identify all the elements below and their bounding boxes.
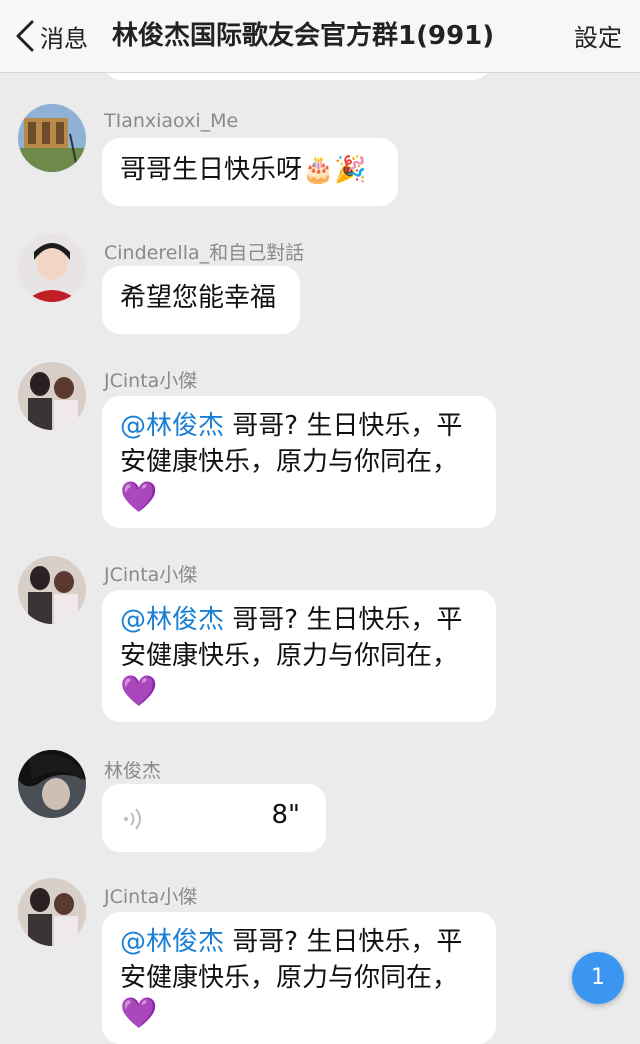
sender-name: Cinderella_和自己對話 — [104, 242, 305, 264]
message-text-line1: 哥哥? 生日快乐，平 — [224, 927, 463, 957]
group-title: 林俊杰国际歌友会官方群1(991) — [112, 21, 495, 51]
sender-name: TIanxiaoxi_Me — [104, 110, 239, 132]
message-text-line1: 哥哥? 生日快乐，平 — [224, 411, 463, 441]
purple-heart-emoji: 💜 — [120, 480, 158, 515]
message-bubble[interactable]: @林俊杰 哥哥? 生日快乐，平 安健康快乐，原力与你同在， 💜 — [102, 912, 496, 1044]
message-text-line2: 安健康快乐，原力与你同在， — [120, 447, 459, 477]
purple-heart-emoji: 💜 — [120, 674, 158, 709]
avatar[interactable] — [18, 878, 86, 946]
message-text-line2: 安健康快乐，原力与你同在， — [120, 963, 459, 993]
settings-button[interactable]: 設定 — [574, 18, 622, 58]
voice-wave-icon — [124, 808, 141, 830]
purple-heart-emoji: 💜 — [120, 996, 158, 1031]
avatar[interactable] — [18, 556, 86, 624]
avatar[interactable] — [18, 104, 86, 172]
message-bubble[interactable]: 希望您能幸福 — [102, 266, 300, 334]
sender-name: JCinta小傑 — [104, 564, 198, 586]
message-bubble[interactable]: @林俊杰 哥哥? 生日快乐，平 安健康快乐，原力与你同在， 💜 — [102, 396, 496, 528]
sender-name: JCinta小傑 — [104, 886, 198, 908]
unread-count-badge[interactable]: 1 — [572, 952, 624, 1004]
mention-link[interactable]: @林俊杰 — [120, 411, 224, 441]
message-bubble[interactable]: @林俊杰 哥哥? 生日快乐，平 安健康快乐，原力与你同在， 💜 — [102, 590, 496, 722]
voice-message-bubble[interactable]: 8" — [102, 784, 326, 852]
message-text-line1: 哥哥? 生日快乐，平 — [224, 605, 463, 635]
chevron-left-icon — [16, 20, 34, 52]
sender-name: JCinta小傑 — [104, 370, 198, 392]
sender-name: 林俊杰 — [104, 760, 162, 782]
mention-link[interactable]: @林俊杰 — [120, 927, 224, 957]
voice-duration: 8" — [271, 800, 300, 830]
mention-link[interactable]: @林俊杰 — [120, 605, 224, 635]
message-text-line2: 安健康快乐，原力与你同在， — [120, 641, 459, 671]
back-button[interactable]: 消息 — [14, 14, 88, 58]
avatar[interactable] — [18, 234, 86, 302]
navigation-bar: 消息 林俊杰国际歌友会官方群1(991) 設定 — [0, 0, 640, 73]
avatar[interactable] — [18, 362, 86, 430]
back-label: 消息 — [40, 24, 88, 53]
message-bubble[interactable]: 哥哥生日快乐呀🎂🎉 — [102, 138, 398, 206]
avatar[interactable] — [18, 750, 86, 818]
